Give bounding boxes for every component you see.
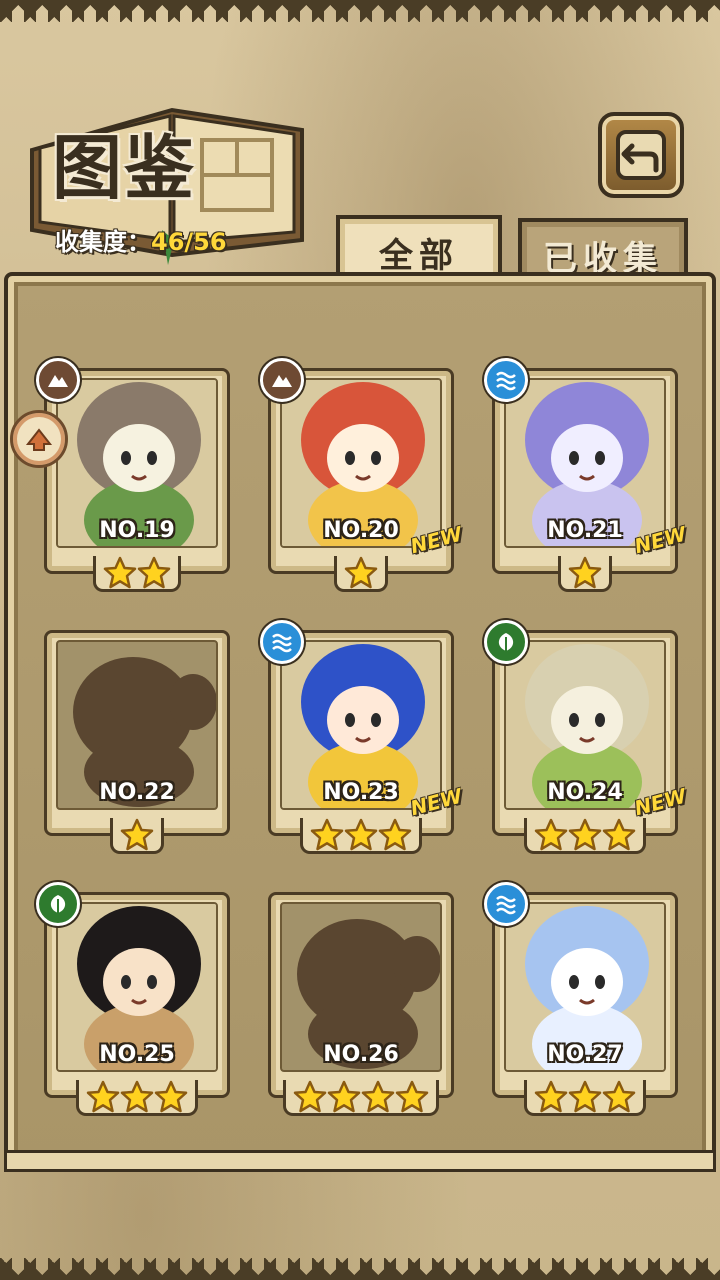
star-icon [154, 1080, 188, 1113]
collection-value: 46/56 [151, 228, 227, 256]
water-element-icon [496, 895, 516, 915]
star-icon [310, 818, 344, 851]
star-rating [492, 556, 678, 590]
card-number: NO.26 [323, 1042, 399, 1067]
star-icon [86, 1080, 120, 1113]
star-icon [327, 1080, 361, 1113]
water-element-badge [484, 358, 528, 402]
character-card[interactable]: NO.26 [268, 892, 454, 1116]
character-card[interactable]: NO.23 NEW [260, 620, 464, 854]
star-icon [602, 818, 636, 851]
water-element-icon [496, 371, 516, 391]
back-button[interactable] [598, 112, 684, 198]
character-card[interactable]: NO.21 NEW [484, 358, 688, 592]
star-icon [293, 1080, 327, 1113]
evolve-arrow-icon [25, 428, 53, 451]
grass-element-badge [484, 620, 528, 664]
star-icon [361, 1080, 395, 1113]
star-rating [268, 1080, 454, 1114]
card-number: NO.25 [99, 1042, 175, 1067]
page-title: 图鉴 [52, 126, 196, 209]
star-icon [568, 1080, 602, 1113]
character-card[interactable]: NO.27 [484, 882, 678, 1116]
star-icon [568, 556, 602, 589]
character-card[interactable]: NO.20 NEW [260, 358, 464, 592]
collection-progress: 收集度：46/56 [55, 222, 227, 257]
star-icon [378, 818, 412, 851]
star-rating [268, 818, 454, 852]
star-icon [602, 1080, 636, 1113]
character-card[interactable]: NO.24 NEW [484, 620, 688, 854]
star-rating [44, 556, 230, 590]
earth-element-icon [48, 375, 68, 387]
character-card[interactable]: NO.19 [36, 358, 230, 592]
water-element-badge [484, 882, 528, 926]
star-icon [534, 1080, 568, 1113]
grass-element-icon [498, 633, 514, 651]
return-arrow-icon [616, 130, 666, 180]
star-icon [344, 556, 378, 589]
star-icon [395, 1080, 429, 1113]
grass-element-badge [36, 882, 80, 926]
star-rating [268, 556, 454, 590]
card-number: NO.19 [99, 518, 175, 543]
character-card[interactable]: NO.22 [44, 630, 230, 854]
panel-bottom-bar [4, 1150, 716, 1172]
star-rating [492, 818, 678, 852]
water-element-icon [272, 633, 292, 653]
star-icon [568, 818, 602, 851]
card-number: NO.27 [547, 1042, 623, 1067]
earth-element-badge [36, 358, 80, 402]
star-icon [137, 556, 171, 589]
star-icon [103, 556, 137, 589]
card-number: NO.22 [99, 780, 175, 805]
star-icon [344, 818, 378, 851]
evolution-badge[interactable] [10, 410, 68, 468]
star-rating [492, 1080, 678, 1114]
star-rating [44, 1080, 230, 1114]
grass-element-icon [50, 895, 66, 913]
top-border [0, 0, 720, 22]
collection-label: 收集度： [55, 228, 151, 256]
earth-element-icon [272, 375, 292, 387]
star-icon [120, 1080, 154, 1113]
earth-element-badge [260, 358, 304, 402]
star-icon [120, 818, 154, 851]
star-icon [534, 818, 568, 851]
water-element-badge [260, 620, 304, 664]
character-card[interactable]: NO.25 [36, 882, 230, 1116]
bottom-border [0, 1258, 720, 1280]
star-rating [44, 818, 230, 852]
